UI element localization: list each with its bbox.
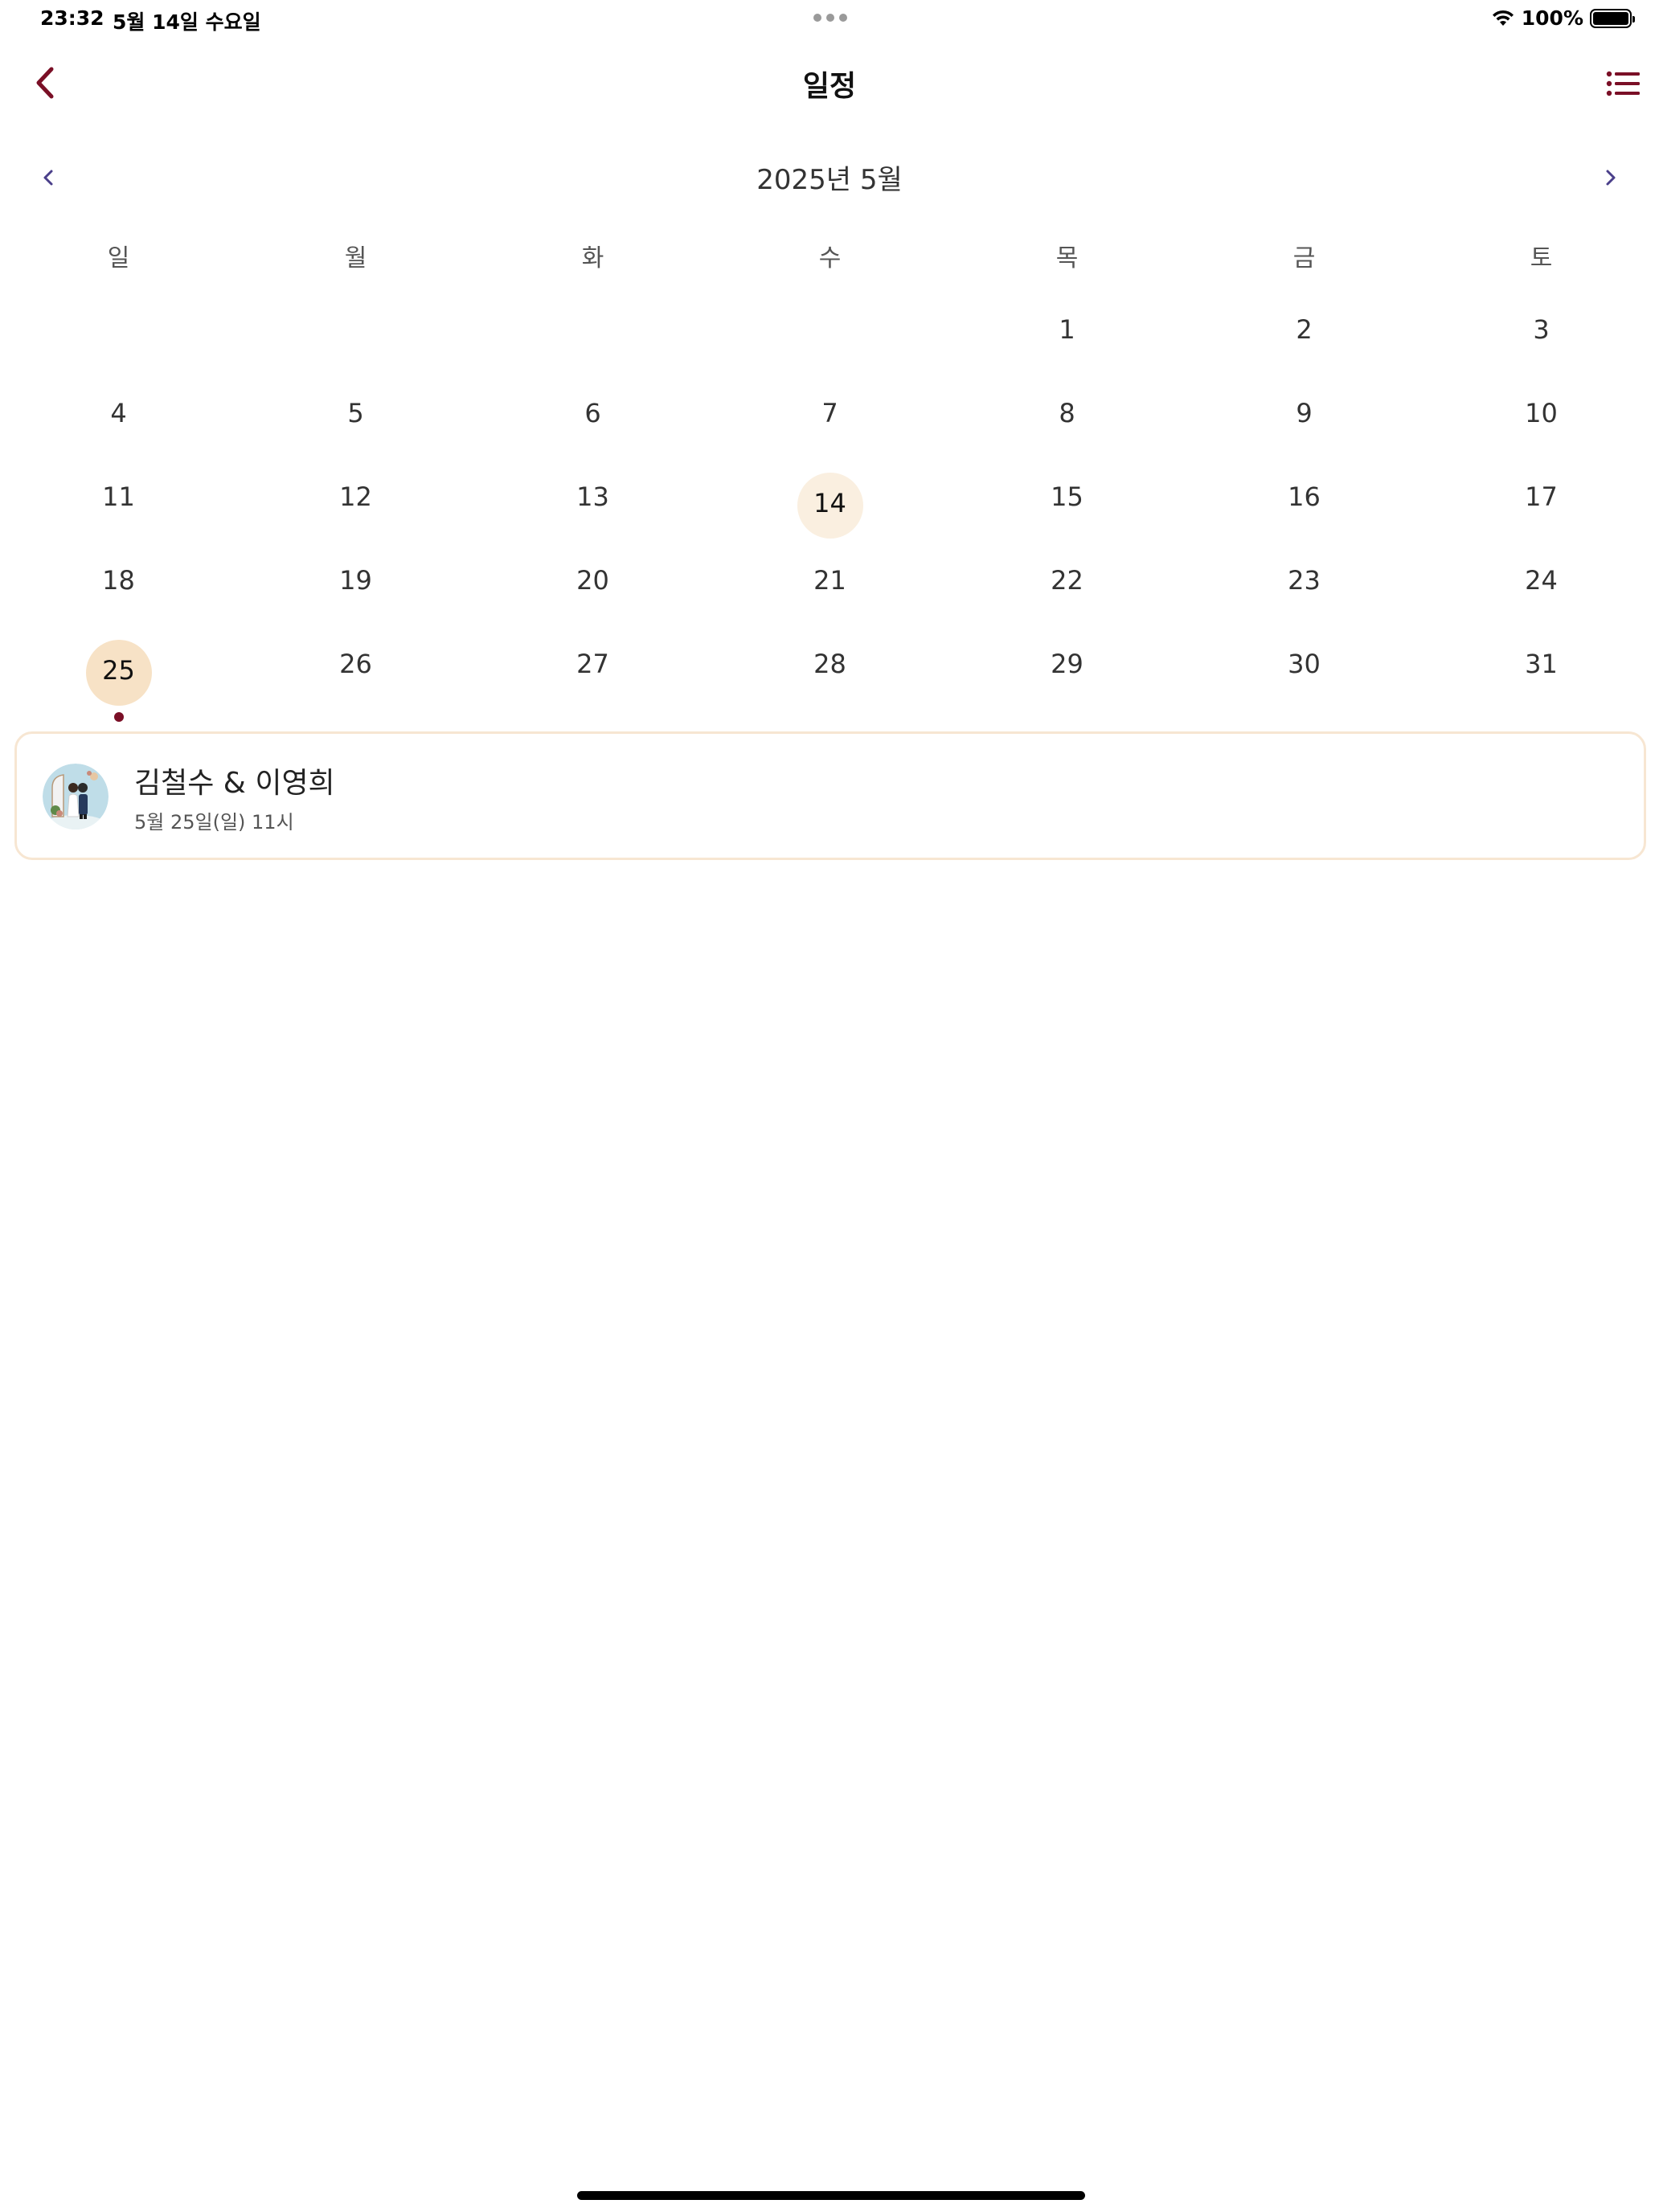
day-number: 11 <box>102 481 135 512</box>
calendar-day[interactable]: 28 <box>711 632 948 715</box>
calendar-grid: 1 2 3 4 5 6 7 8 9 10 11 12 13 14 15 16 17 18 19 20 21 22 23 24 2… <box>0 297 1659 722</box>
day-number: 5 <box>347 398 364 428</box>
calendar-day[interactable]: 12 <box>237 465 474 548</box>
day-number: 22 <box>1051 565 1083 596</box>
page-title: 일정 <box>802 70 857 103</box>
day-number: 26 <box>339 649 372 679</box>
battery-percentage: 100% <box>1521 6 1583 30</box>
schedule-screen: 23:32 5월 14일 수요일 100% 일정 2025년 5월 일 월 화 … <box>0 0 1659 2212</box>
weekday-label: 목 <box>1055 244 1079 272</box>
weekday-label: 토 <box>1530 244 1553 272</box>
day-number: 16 <box>1288 481 1321 512</box>
day-number: 24 <box>1525 565 1558 596</box>
calendar-day[interactable]: 3 <box>1423 297 1659 381</box>
chevron-right-icon <box>1606 170 1616 186</box>
calendar-day[interactable]: 8 <box>948 381 1186 465</box>
calendar-day-empty <box>711 297 948 381</box>
weekday-label: 일 <box>107 244 130 272</box>
day-number: 12 <box>339 481 372 512</box>
day-number: 10 <box>1525 398 1558 428</box>
day-number: 13 <box>576 481 609 512</box>
home-indicator[interactable] <box>577 2191 1085 2200</box>
calendar-day[interactable]: 9 <box>1186 381 1423 465</box>
day-number: 17 <box>1525 481 1558 512</box>
status-indicators: 100% <box>1491 6 1635 30</box>
calendar-day-selected[interactable]: 25 <box>0 632 237 722</box>
day-number: 19 <box>339 565 372 596</box>
day-number: 7 <box>821 398 838 428</box>
calendar-day[interactable]: 22 <box>948 548 1186 632</box>
day-number: 30 <box>1288 649 1321 679</box>
day-number: 8 <box>1059 398 1075 428</box>
calendar-day[interactable]: 2 <box>1186 297 1423 381</box>
list-icon <box>1606 71 1640 96</box>
next-month-button[interactable] <box>1598 164 1622 191</box>
calendar-day-empty <box>474 297 711 381</box>
calendar-day-empty <box>0 297 237 381</box>
day-number: 25 <box>102 655 135 686</box>
day-number: 27 <box>576 649 609 679</box>
day-number: 4 <box>110 398 127 428</box>
calendar-day[interactable]: 24 <box>1423 548 1659 632</box>
day-number: 21 <box>813 565 846 596</box>
calendar-day[interactable]: 19 <box>237 548 474 632</box>
calendar-day[interactable]: 29 <box>948 632 1186 715</box>
weekday-label: 수 <box>818 244 842 272</box>
day-number: 20 <box>576 565 609 596</box>
day-number: 23 <box>1288 565 1321 596</box>
event-datetime: 5월 25일(일) 11시 <box>134 811 294 834</box>
day-number: 9 <box>1296 398 1313 428</box>
calendar-day[interactable]: 16 <box>1186 465 1423 548</box>
event-card[interactable]: 김철수 & 이영희 5월 25일(일) 11시 <box>14 731 1646 860</box>
calendar-day[interactable]: 13 <box>474 465 711 548</box>
calendar-day[interactable]: 6 <box>474 381 711 465</box>
status-time: 23:32 <box>40 6 104 30</box>
calendar-day[interactable]: 21 <box>711 548 948 632</box>
calendar-day[interactable]: 4 <box>0 381 237 465</box>
weekday-header: 일 월 화 수 목 금 토 <box>0 238 1659 276</box>
day-number: 18 <box>102 565 135 596</box>
day-number: 15 <box>1051 481 1083 512</box>
calendar-day[interactable]: 5 <box>237 381 474 465</box>
day-number: 29 <box>1051 649 1083 679</box>
day-number: 2 <box>1296 314 1313 345</box>
calendar-day[interactable]: 1 <box>948 297 1186 381</box>
day-number: 6 <box>584 398 601 428</box>
calendar-day[interactable]: 15 <box>948 465 1186 548</box>
wedding-couple-icon <box>43 764 109 830</box>
calendar-day[interactable]: 27 <box>474 632 711 715</box>
calendar-day[interactable]: 20 <box>474 548 711 632</box>
month-header: 2025년 5월 <box>0 153 1659 201</box>
calendar-day[interactable]: 7 <box>711 381 948 465</box>
calendar-day[interactable]: 17 <box>1423 465 1659 548</box>
day-number: 31 <box>1525 649 1558 679</box>
calendar-day-empty <box>237 297 474 381</box>
wifi-icon <box>1492 10 1514 26</box>
event-title: 김철수 & 이영희 <box>134 767 335 800</box>
month-label: 2025년 5월 <box>756 164 903 196</box>
calendar-day[interactable]: 10 <box>1423 381 1659 465</box>
weekday-label: 화 <box>581 244 604 272</box>
list-view-button[interactable] <box>1606 69 1641 98</box>
navigation-bar: 일정 <box>0 48 1659 117</box>
event-indicator-dot <box>113 712 124 722</box>
multitasking-dots-icon[interactable] <box>813 14 847 22</box>
calendar-day[interactable]: 26 <box>237 632 474 715</box>
status-date: 5월 14일 수요일 <box>113 10 261 34</box>
day-number: 1 <box>1059 314 1075 345</box>
calendar-day[interactable]: 30 <box>1186 632 1423 715</box>
status-bar: 23:32 5월 14일 수요일 100% <box>0 0 1659 39</box>
day-number: 3 <box>1533 314 1550 345</box>
calendar-day[interactable]: 23 <box>1186 548 1423 632</box>
calendar-day[interactable]: 31 <box>1423 632 1659 715</box>
day-number: 28 <box>813 649 846 679</box>
calendar-day[interactable]: 18 <box>0 548 237 632</box>
weekday-label: 월 <box>344 244 367 272</box>
weekday-label: 금 <box>1292 244 1316 272</box>
day-number: 14 <box>813 488 846 518</box>
battery-icon <box>1590 8 1635 28</box>
calendar-day-today[interactable]: 14 <box>711 465 948 548</box>
calendar-day[interactable]: 11 <box>0 465 237 548</box>
